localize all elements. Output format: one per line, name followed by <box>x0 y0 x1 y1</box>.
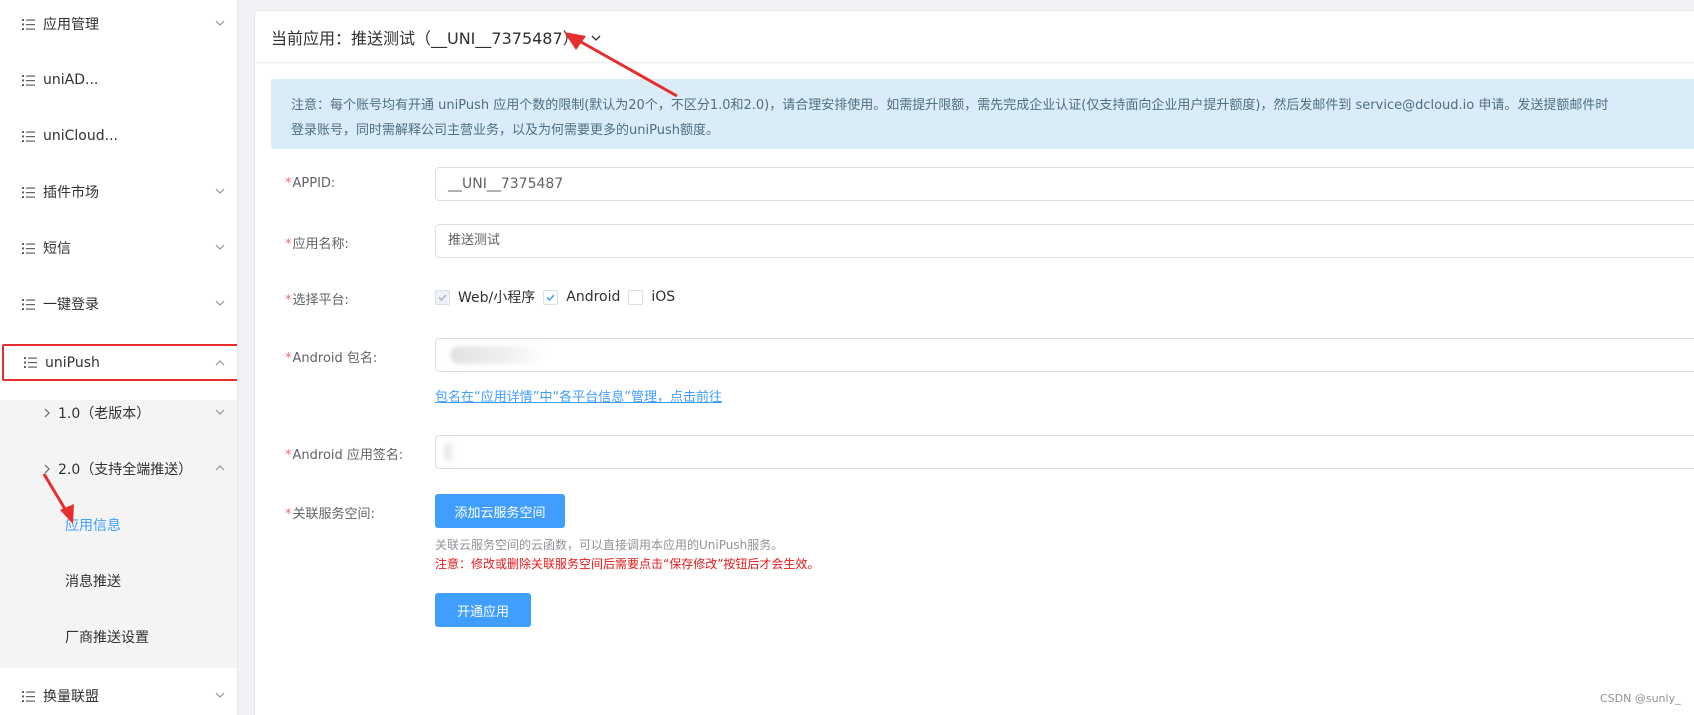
chevron-up-icon <box>215 360 225 366</box>
chevron-down-icon <box>215 409 225 415</box>
main-panel: 当前应用：推送测试（__UNI__7375487） 注意：每个账号均有开通 un… <box>254 10 1694 715</box>
sidebar-item-unicloud[interactable]: uniCloud... <box>0 108 237 164</box>
sidebar-item-plugin-market[interactable]: 插件市场 <box>0 164 237 220</box>
required-mark: * <box>285 237 292 252</box>
sidebar-leaf-message-push[interactable]: 消息推送 <box>0 553 237 609</box>
sidebar-leaf-vendor-push-settings[interactable]: 厂商推送设置 <box>0 609 237 665</box>
sidebar-item-label: uniAD... <box>43 72 99 88</box>
check-icon <box>438 293 447 301</box>
android-package-field[interactable] <box>435 338 1694 372</box>
sidebar-item-uniad[interactable]: uniAD... <box>0 52 237 108</box>
sidebar-item-label: 应用管理 <box>43 17 99 33</box>
watermark: CSDN @sunly_ <box>1600 692 1681 705</box>
app-switcher[interactable]: 当前应用：推送测试（__UNI__7375487） <box>255 11 1694 63</box>
app-name-field[interactable]: 推送测试 <box>435 224 1694 258</box>
list-icon <box>22 242 35 254</box>
chevron-down-icon <box>215 244 225 250</box>
sidebar-item-unipush[interactable]: uniPush <box>2 344 237 381</box>
web-miniprogram-checkbox[interactable] <box>435 289 450 305</box>
chevron-right-icon <box>44 408 50 418</box>
sidebar: 应用管理 uniAD... uniCloud... 插件市场 短信 一键登录 u… <box>0 0 238 715</box>
service-space-warning: 注意：修改或删除关联服务空间后需要点击“保存修改”按钮后才会生效。 <box>435 557 820 571</box>
check-icon <box>546 293 555 301</box>
sidebar-item-label: 短信 <box>43 241 71 257</box>
list-icon <box>22 298 35 310</box>
sidebar-item-label: 换量联盟 <box>43 689 99 705</box>
ios-checkbox[interactable] <box>628 289 644 305</box>
chevron-down-icon <box>215 692 225 698</box>
android-checkbox[interactable] <box>543 289 559 305</box>
android-label: Android <box>566 289 621 305</box>
unipush-submenu: 1.0（老版本） 2.0（支持全端推送） 应用信息 消息推送 厂商推送设置 <box>0 400 237 668</box>
sidebar-leaf-label: 应用信息 <box>65 518 121 534</box>
list-icon <box>24 357 37 368</box>
platform-label: *选择平台: <box>285 293 349 308</box>
sidebar-item-traffic-alliance[interactable]: 换量联盟 <box>0 668 237 715</box>
platform-checkbox-group: Web/小程序 Android iOS <box>435 287 683 307</box>
required-mark: * <box>285 507 292 522</box>
web-miniprogram-label: Web/小程序 <box>458 290 536 306</box>
chevron-right-icon <box>44 464 50 474</box>
chevron-down-icon <box>215 188 225 194</box>
appid-label: *APPID: <box>285 176 336 191</box>
required-mark: * <box>285 448 292 463</box>
required-mark: * <box>285 176 292 191</box>
list-icon <box>22 690 35 702</box>
redacted-value <box>444 443 456 461</box>
notice-line-1: 注意：每个账号均有开通 uniPush 应用个数的限制(默认为20个，不区分1.… <box>291 98 1609 113</box>
required-mark: * <box>285 293 292 308</box>
app-name-label: *应用名称: <box>285 237 349 252</box>
sidebar-subitem-label: 1.0（老版本） <box>58 406 151 422</box>
page-root: 应用管理 uniAD... uniCloud... 插件市场 短信 一键登录 u… <box>0 0 1694 715</box>
chevron-down-icon <box>215 20 225 26</box>
chevron-down-icon <box>591 35 601 41</box>
ios-label: iOS <box>651 289 676 305</box>
sidebar-subitem-label: 2.0（支持全端推送） <box>58 462 193 478</box>
list-icon <box>22 18 35 30</box>
sidebar-item-label: uniPush <box>45 354 100 371</box>
package-manage-link[interactable]: 包名在“应用详情”中“各平台信息”管理，点击前往 <box>435 386 722 405</box>
sidebar-item-label: 一键登录 <box>43 297 99 313</box>
chevron-down-icon <box>215 300 225 306</box>
service-space-label: *关联服务空间: <box>285 507 375 522</box>
sidebar-item-one-click-login[interactable]: 一键登录 <box>0 276 237 332</box>
service-space-hint: 关联云服务空间的云函数，可以直接调用本应用的UniPush服务。 <box>435 538 784 552</box>
sidebar-item-label: 插件市场 <box>43 185 99 201</box>
list-icon <box>22 130 35 142</box>
android-package-label: *Android 包名: <box>285 351 378 366</box>
appid-field[interactable]: __UNI__7375487 <box>435 167 1694 201</box>
quota-notice: 注意：每个账号均有开通 uniPush 应用个数的限制(默认为20个，不区分1.… <box>271 79 1694 149</box>
sidebar-item-app-management[interactable]: 应用管理 <box>0 0 237 52</box>
open-app-button[interactable]: 开通应用 <box>435 593 531 627</box>
sidebar-subitem-v2[interactable]: 2.0（支持全端推送） <box>0 441 237 497</box>
sidebar-leaf-app-info[interactable]: 应用信息 <box>0 497 237 553</box>
add-cloud-space-button[interactable]: 添加云服务空间 <box>435 494 565 528</box>
list-icon <box>22 74 35 86</box>
sidebar-item-label: uniCloud... <box>43 128 118 144</box>
android-signature-label: *Android 应用签名: <box>285 448 404 463</box>
current-app-title: 当前应用：推送测试（__UNI__7375487） <box>271 28 579 48</box>
required-mark: * <box>285 351 292 366</box>
list-icon <box>22 186 35 198</box>
sidebar-subitem-v1[interactable]: 1.0（老版本） <box>0 385 237 441</box>
chevron-up-icon <box>215 465 225 471</box>
sidebar-item-sms[interactable]: 短信 <box>0 220 237 276</box>
redacted-value <box>450 346 545 364</box>
notice-line-2: 登录账号，同时需解释公司主营业务，以及为何需要更多的uniPush额度。 <box>291 123 719 138</box>
android-signature-field[interactable] <box>435 435 1694 469</box>
sidebar-leaf-label: 消息推送 <box>65 574 121 590</box>
sidebar-leaf-label: 厂商推送设置 <box>65 630 149 646</box>
